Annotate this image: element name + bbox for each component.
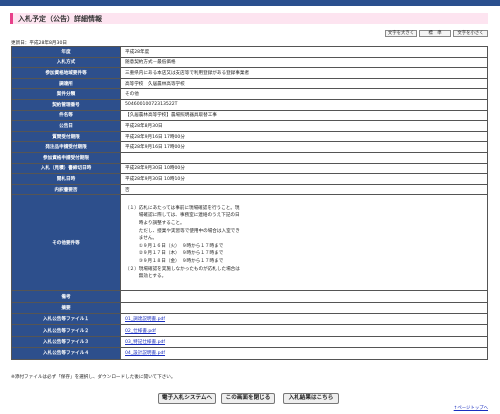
notes-line: （２）現場確認を実施しなかったものが応札した場合は [125,266,240,272]
table-row: 質問受付期限 平成28年9月16日 17時00分 [11,130,488,143]
attachment-cell: 01_調達説明書.pdf [120,313,488,326]
table-row: 調達所 高等学校 久居農林高等学校 [11,77,488,90]
notes-cell: （１）応札にあたっては事前に現場確認を行うこと。現 場確認に際しては、事務室に連… [120,194,488,292]
notes-line: ただし、授業や実習等で使用中の場合は入室でき [125,228,240,234]
notes-line: 場確認に際しては、事務室に連絡のうえ下記の日 [125,213,240,219]
row-value [120,290,488,303]
row-label: 発注品申請受付期限 [11,141,121,153]
notes-line: ません。 [125,236,158,242]
table-row: 参加資格地域要件等 三重県内にある本店又は支店等で利用登録がある登録事業者 [11,67,488,79]
row-value: 平成28年8月30日 [120,120,488,132]
row-value: 平成28年9月30日 10時10分 [120,173,488,185]
table-row: 入札公告等ファイル４ 04_設計説明書.pdf [11,347,488,360]
notes-line: ①９月１６日（火） ９時から１７時まで [125,243,224,249]
table-row: 入札方式 随意契約方式－最低価格 [11,56,488,69]
row-label: 質問受付期限 [11,130,121,143]
table-row: 件名等 【久居農林高等学校】農場照明器具取替工事 [11,109,488,122]
attachment-cell: 03_特記仕様書.pdf [120,335,488,349]
row-value: 平成28年9月16日 17時00分 [120,130,488,143]
row-value [120,151,488,164]
notes-line: 無効とする。 [125,274,167,280]
table-row: 参加資格申請受付期限 [11,151,488,164]
row-value: その他 [120,88,488,100]
page-title-bar: 入札予定（公告）詳細情報 [10,13,488,24]
table-row: 摘要 [11,301,488,315]
row-value: 50460010072313522T [120,98,488,111]
row-label: 入札公告等ファイル４ [11,347,121,360]
e-bidding-system-button[interactable]: 電子入札システムへ [158,393,216,404]
font-small-button[interactable]: 文字を小さく [453,30,488,37]
row-value: 高等学校 久居農林高等学校 [120,77,488,90]
row-label: 入札公告等ファイル１ [11,313,121,326]
page-top-link[interactable]: ↑ページトップへ [454,405,488,411]
notes-line: ③９月１８日（金） ９時から１７時まで [125,259,224,264]
row-label: 件名等 [11,109,121,122]
row-value [120,301,488,315]
row-label: 契約管理番号 [11,98,121,111]
notes-line: 時より調整すること。 [125,221,185,227]
table-row: 入札公告等ファイル１ 01_調達説明書.pdf [11,313,488,326]
table-row: 開札日時 平成28年9月30日 10時10分 [11,173,488,185]
row-label: 案件分類 [11,88,121,100]
download-note: ※添付ファイルは必ず「保存」を選択し、ダウンロードした後に開いて下さい。 [11,375,176,380]
row-label: 年度 [11,46,121,58]
row-label: 摘要 [11,301,121,315]
table-row: 発注品申請受付期限 平成28年9月16日 17時00分 [11,141,488,153]
attachment-link[interactable]: 02_仕様書.pdf [125,329,156,334]
row-label: 開札日時 [11,173,121,185]
table-row: その他要件等 （１）応札にあたっては事前に現場確認を行うこと。現 場確認に際しては… [11,194,488,292]
font-standard-button[interactable]: 標 準 [419,30,451,37]
table-row: 備考 [11,290,488,303]
row-label: 入札公告等ファイル３ [11,335,121,349]
row-value: 平成28年9月30日 10時00分 [120,162,488,175]
row-label: 入札公告等ファイル２ [11,324,121,337]
attachment-cell: 02_仕様書.pdf [120,324,488,337]
row-label: 参加資格申請受付期限 [11,151,121,164]
close-window-button[interactable]: この画面を閉じる [221,393,275,404]
table-row: 入札公告等ファイル２ 02_仕様書.pdf [11,324,488,337]
notes-line: （１）応札にあたっては事前に現場確認を行うこと。現 [125,205,240,211]
row-value: 平成28年度 [120,46,488,58]
row-label: 調達所 [11,77,121,90]
row-label: 内訳書要否 [11,183,121,196]
row-label: 入札方式 [11,56,121,69]
row-value: 三重県内にある本店又は支店等で利用登録がある登録事業者 [120,67,488,79]
row-label: 備考 [11,290,121,303]
attachment-cell: 04_設計説明書.pdf [120,347,488,360]
row-value: 【久居農林高等学校】農場照明器具取替工事 [120,109,488,122]
row-label: 参加資格地域要件等 [11,67,121,79]
attachment-link[interactable]: 01_調達説明書.pdf [125,317,165,322]
table-row: 内訳書要否否 [11,183,488,196]
row-value: 否 [120,183,488,196]
font-large-button[interactable]: 文字を大きく [385,30,417,37]
table-row: 公告日 平成28年8月30日 [11,120,488,132]
table-row: 年度 平成28年度 [11,46,488,58]
page-title: 入札予定（公告）詳細情報 [18,15,102,23]
table-row: 契約管理番号 50460010072313522T [11,98,488,111]
attachment-link[interactable]: 03_特記仕様書.pdf [125,340,165,345]
attachment-link[interactable]: 04_設計説明書.pdf [125,351,165,356]
table-row: 入札公告等ファイル３ 03_特記仕様書.pdf [11,335,488,349]
table-row: 入札（見積）書締切日時 平成28年9月30日 10時00分 [11,162,488,175]
row-value: 平成28年9月16日 17時00分 [120,141,488,153]
table-row: 案件分類 その他 [11,88,488,100]
row-value: 随意契約方式－最低価格 [120,56,488,69]
detail-table: 年度 平成28年度 入札方式 随意契約方式－最低価格 参加資格地域要件等 三重県内にある本… [11,46,488,360]
bid-results-button[interactable]: 入札結果はこちら [283,393,339,404]
top-bar [0,0,500,6]
notes-line: ②９月１７日（木） ９時から１７時まで [125,251,224,257]
row-label: 入札（見積）書締切日時 [11,162,121,175]
row-label: 公告日 [11,120,121,132]
row-label: その他要件等 [11,194,121,292]
